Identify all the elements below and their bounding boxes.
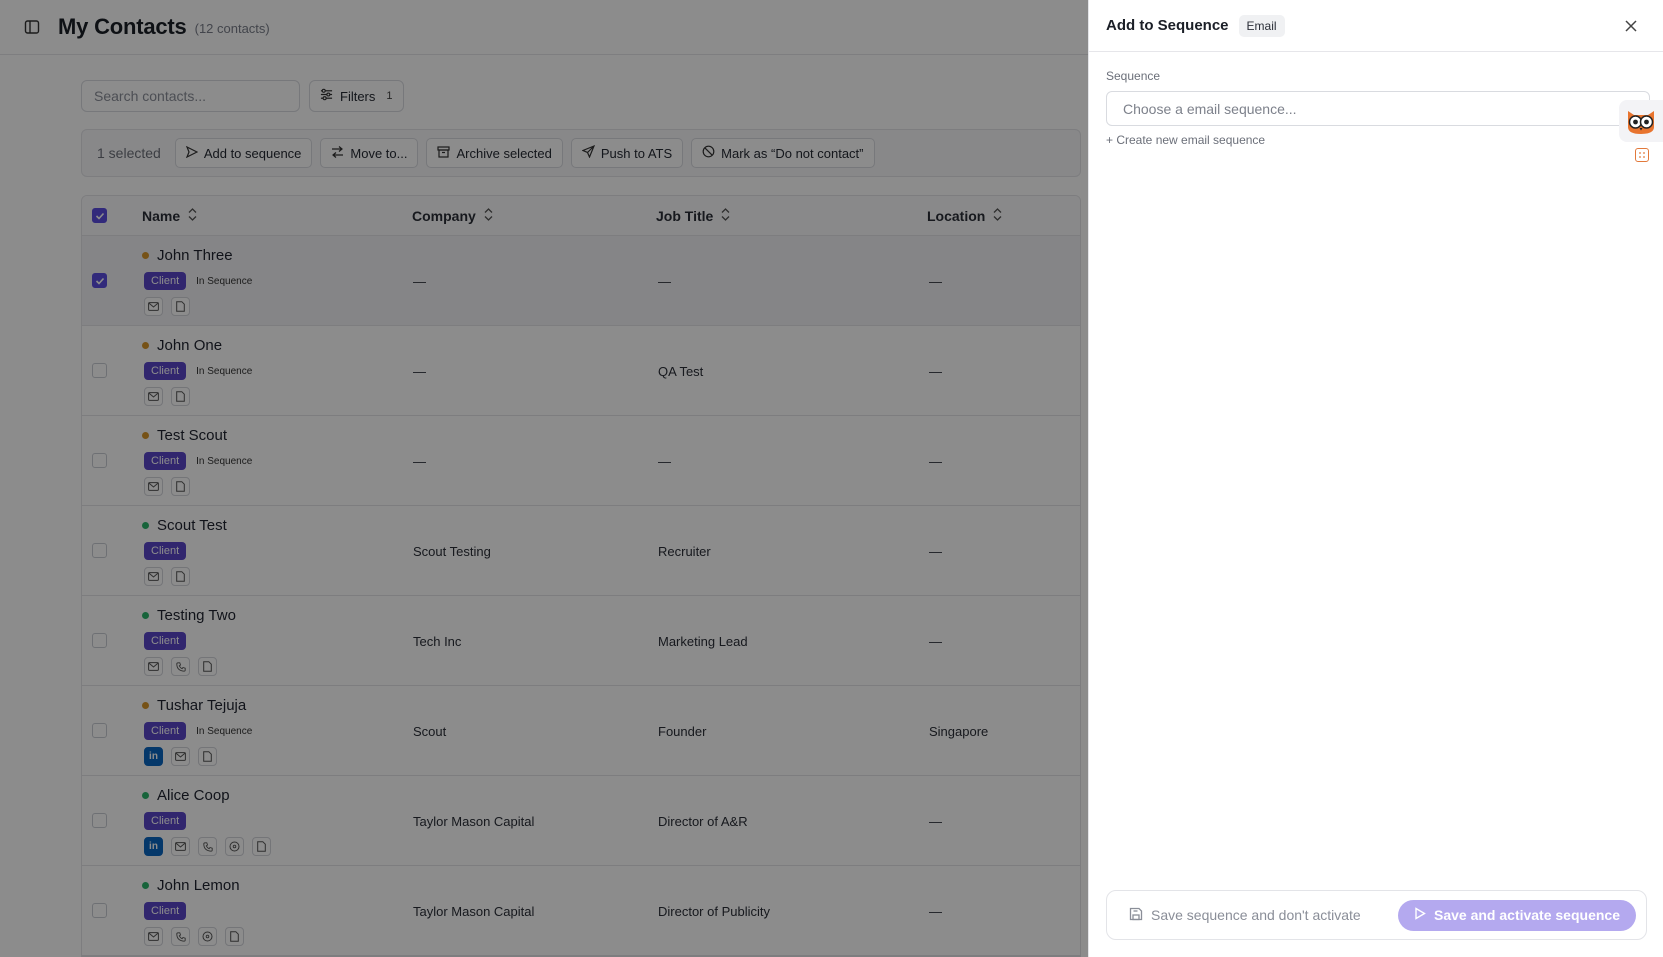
panel-handle-icon[interactable] [1635, 148, 1649, 162]
drawer-header: Add to Sequence Email [1089, 0, 1663, 52]
play-icon [1414, 907, 1426, 923]
add-to-sequence-drawer: Add to Sequence Email Sequence Choose a … [1088, 0, 1663, 957]
save-without-activate-label: Save sequence and don't activate [1151, 907, 1361, 923]
save-icon [1129, 907, 1143, 924]
close-icon[interactable] [1621, 16, 1641, 36]
modal-backdrop[interactable] [0, 0, 1088, 957]
save-and-activate-button[interactable]: Save and activate sequence [1398, 899, 1636, 931]
sequence-select[interactable]: Choose a email sequence... [1106, 91, 1650, 126]
save-without-activate-button[interactable]: Save sequence and don't activate [1129, 907, 1361, 924]
drawer-title: Add to Sequence [1106, 17, 1229, 34]
drawer-footer: Save sequence and don't activate Save an… [1106, 890, 1647, 940]
channel-badge: Email [1238, 14, 1285, 37]
owl-assistant-icon[interactable] [1619, 100, 1663, 142]
sequence-field-label: Sequence [1106, 69, 1161, 83]
save-and-activate-label: Save and activate sequence [1434, 907, 1620, 923]
create-sequence-link[interactable]: + Create new email sequence [1106, 133, 1265, 147]
